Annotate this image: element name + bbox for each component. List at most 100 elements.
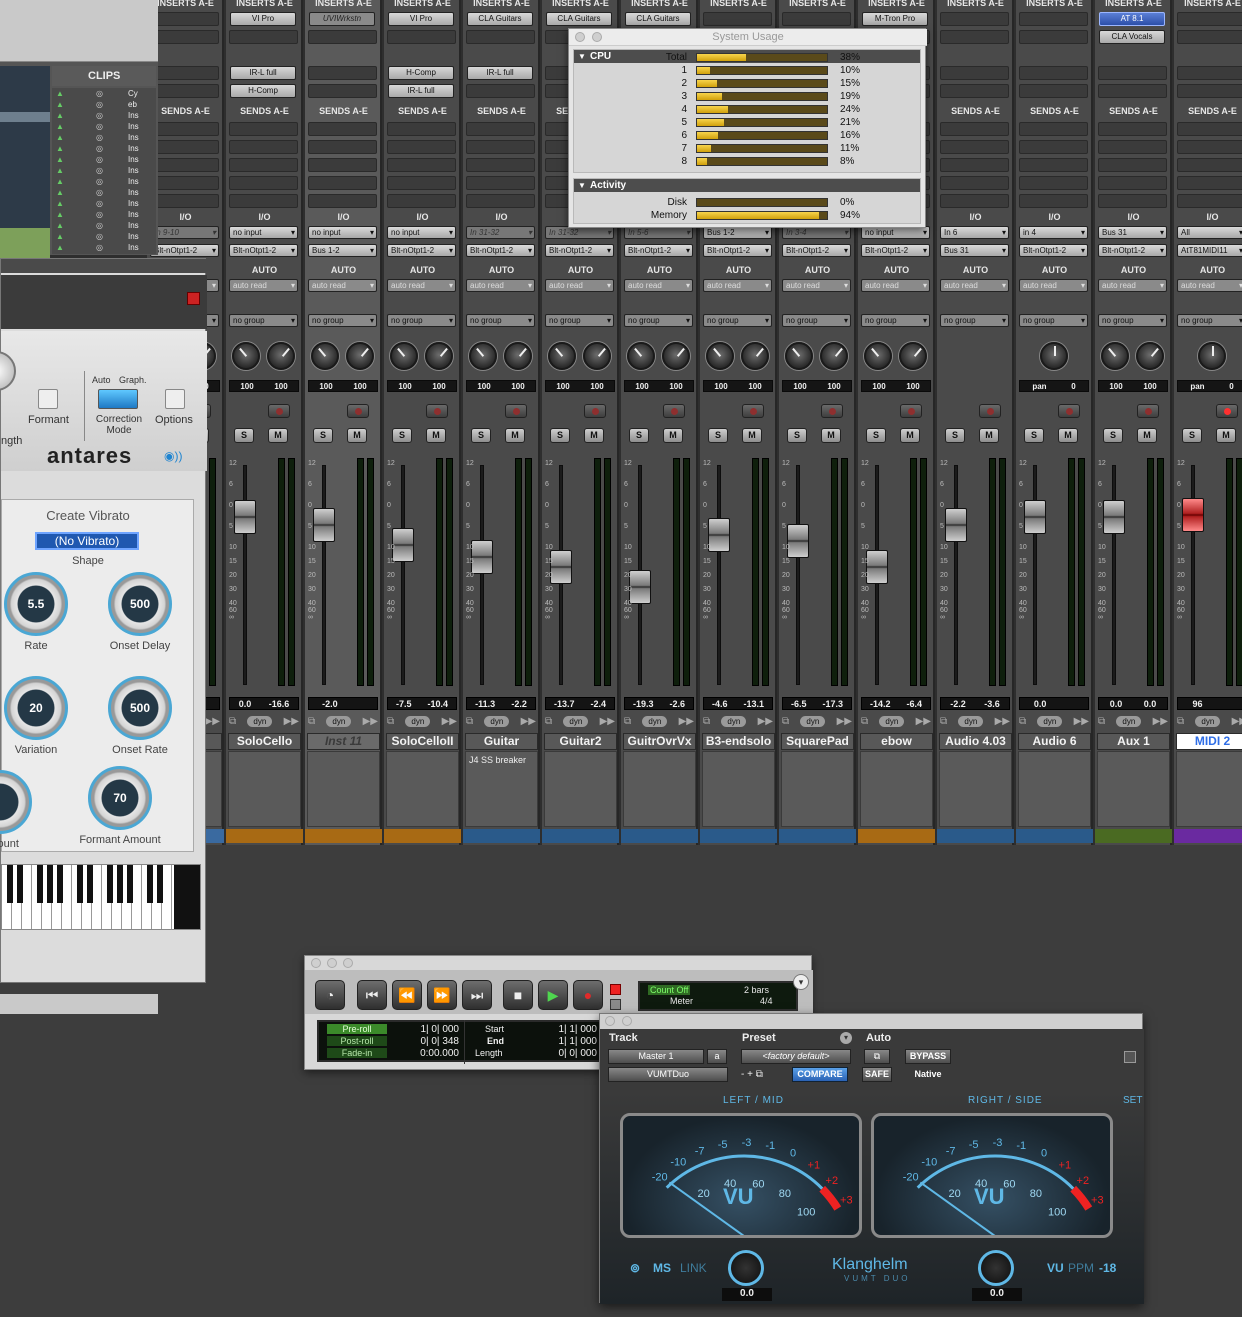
insert-slot[interactable]: H-Comp — [230, 84, 296, 98]
compare-button[interactable]: COMPARE — [792, 1067, 848, 1082]
solo-button[interactable]: S — [392, 428, 412, 443]
peak-display[interactable]: -2.2 -3.6 — [940, 697, 1010, 710]
insert-slot[interactable] — [308, 30, 377, 44]
group-select[interactable]: no group — [703, 314, 772, 327]
pan-right-knob[interactable] — [1136, 342, 1164, 370]
pan-left-knob[interactable] — [232, 342, 260, 370]
insert-slot[interactable] — [940, 30, 1009, 44]
pan-display[interactable]: 100 100 — [308, 380, 378, 392]
insert-slot[interactable]: IR-L full — [388, 84, 454, 98]
track-name[interactable]: Guitar — [465, 733, 538, 750]
automation-mode-select[interactable]: auto read — [782, 279, 851, 292]
send-slot[interactable] — [229, 158, 298, 172]
insert-slot[interactable]: CLA Guitars — [625, 12, 691, 26]
output-selector[interactable]: Blt-nOtpt1-2 — [545, 244, 614, 257]
peak-display[interactable]: -14.2 -6.4 — [861, 697, 931, 710]
volume-fader[interactable] — [787, 524, 809, 558]
track-comment[interactable] — [781, 751, 854, 827]
list-item[interactable]: ▲ ◎ Ins — [52, 132, 156, 143]
input-selector[interactable]: no input — [308, 226, 377, 239]
dyn-badge[interactable]: dyn — [326, 716, 352, 727]
volume-fader[interactable] — [945, 508, 967, 542]
automation-mode-select[interactable]: auto read — [1177, 279, 1242, 292]
send-slot[interactable] — [466, 140, 535, 154]
disclosure-triangle-icon[interactable]: ▼ — [578, 181, 586, 190]
output-selector[interactable]: Blt-nOtpt1-2 — [624, 244, 693, 257]
input-selector[interactable]: All — [1177, 226, 1242, 239]
peak-display[interactable]: -19.3 -2.6 — [624, 697, 694, 710]
send-slot[interactable] — [940, 122, 1009, 136]
vibrato-knob[interactable]: 500 — [108, 676, 172, 740]
pan-right-knob[interactable] — [899, 342, 927, 370]
send-slot[interactable] — [150, 122, 219, 136]
send-slot[interactable] — [308, 122, 377, 136]
white-key[interactable] — [22, 865, 32, 929]
count-off-button[interactable]: Count Off — [648, 985, 691, 995]
automation-mode-select[interactable]: auto read — [545, 279, 614, 292]
insert-slot[interactable]: CLA Guitars — [467, 12, 533, 26]
output-selector[interactable]: Blt-nOtpt1-2 — [466, 244, 535, 257]
peak-display[interactable]: 0.0 — [1019, 697, 1089, 710]
list-item[interactable]: ▲ ◎ Ins — [52, 165, 156, 176]
group-select[interactable]: no group — [1019, 314, 1088, 327]
send-slot[interactable] — [1177, 176, 1242, 190]
list-item[interactable]: ▲ ◎ Ins — [52, 143, 156, 154]
list-item[interactable]: ▲ ◎ Ins — [52, 110, 156, 121]
voice-icon[interactable]: ▶▶ — [205, 716, 220, 727]
formant-checkbox[interactable] — [38, 389, 58, 409]
peak-display[interactable]: -11.3 -2.2 — [466, 697, 536, 710]
volume-fader[interactable] — [550, 550, 572, 584]
pan-display[interactable]: 100 100 — [466, 380, 536, 392]
black-key[interactable] — [107, 865, 113, 903]
send-slot[interactable] — [1019, 140, 1088, 154]
close-icon[interactable] — [605, 1016, 615, 1026]
insert-slot[interactable] — [1019, 66, 1088, 80]
pan-left-knob[interactable] — [311, 342, 339, 370]
pan-display[interactable]: 100 100 — [1098, 380, 1168, 392]
track-comment[interactable] — [544, 751, 617, 827]
track-comment[interactable] — [228, 751, 301, 827]
insert-slot[interactable] — [466, 30, 535, 44]
track-select[interactable]: Master 1 — [608, 1049, 704, 1064]
pan-display[interactable]: 100 100 — [387, 380, 457, 392]
track-name[interactable]: Audio 4.03 — [939, 733, 1012, 750]
track-name[interactable]: MIDI 2 — [1176, 733, 1242, 750]
send-slot[interactable] — [1098, 140, 1167, 154]
pan-left-knob[interactable] — [390, 342, 418, 370]
insert-slot[interactable]: VI Pro — [230, 12, 296, 26]
vibrato-knob[interactable]: 500 — [108, 572, 172, 636]
list-item[interactable]: ▲ ◎ Ins — [52, 231, 156, 242]
list-item[interactable]: ▲ ◎ Ins — [52, 198, 156, 209]
track-comment[interactable] — [1018, 751, 1091, 827]
vibrato-knob[interactable]: 5.5 — [4, 572, 68, 636]
group-select[interactable]: no group — [940, 314, 1009, 327]
pan-left-knob[interactable] — [548, 342, 576, 370]
black-key[interactable] — [37, 865, 43, 903]
pan-right-knob[interactable] — [820, 342, 848, 370]
preroll-value[interactable]: 1| 0| 000 — [403, 1024, 459, 1035]
output-selector[interactable]: AtT81MIDI11 — [1177, 244, 1242, 257]
insert-slot[interactable] — [1019, 84, 1088, 98]
insert-slot[interactable] — [308, 66, 377, 80]
pan-left-knob[interactable] — [1101, 342, 1129, 370]
automation-icon[interactable]: ⧉ — [864, 1049, 890, 1064]
automation-mode-select[interactable]: auto read — [703, 279, 772, 292]
mute-button[interactable]: M — [584, 428, 604, 443]
send-slot[interactable] — [1019, 176, 1088, 190]
dyn-badge[interactable]: dyn — [1037, 716, 1063, 727]
play-icon[interactable]: ▶ — [538, 980, 568, 1010]
solo-button[interactable]: S — [1024, 428, 1044, 443]
pan-left-knob[interactable] — [864, 342, 892, 370]
send-slot[interactable] — [1019, 158, 1088, 172]
volume-fader[interactable] — [392, 528, 414, 562]
send-slot[interactable] — [940, 158, 1009, 172]
pan-display[interactable]: 100 100 — [229, 380, 299, 392]
peak-display[interactable]: 0.0 -16.6 — [229, 697, 299, 710]
dyn-badge[interactable]: dyn — [721, 716, 747, 727]
voice-icon[interactable]: ▶▶ — [995, 716, 1010, 727]
group-select[interactable]: no group — [466, 314, 535, 327]
output-selector[interactable]: Blt-nOtpt1-2 — [1019, 244, 1088, 257]
track-comment[interactable] — [860, 751, 933, 827]
output-selector[interactable]: Bus 31 — [940, 244, 1009, 257]
ppm-mode-button[interactable]: PPM — [1068, 1261, 1094, 1275]
